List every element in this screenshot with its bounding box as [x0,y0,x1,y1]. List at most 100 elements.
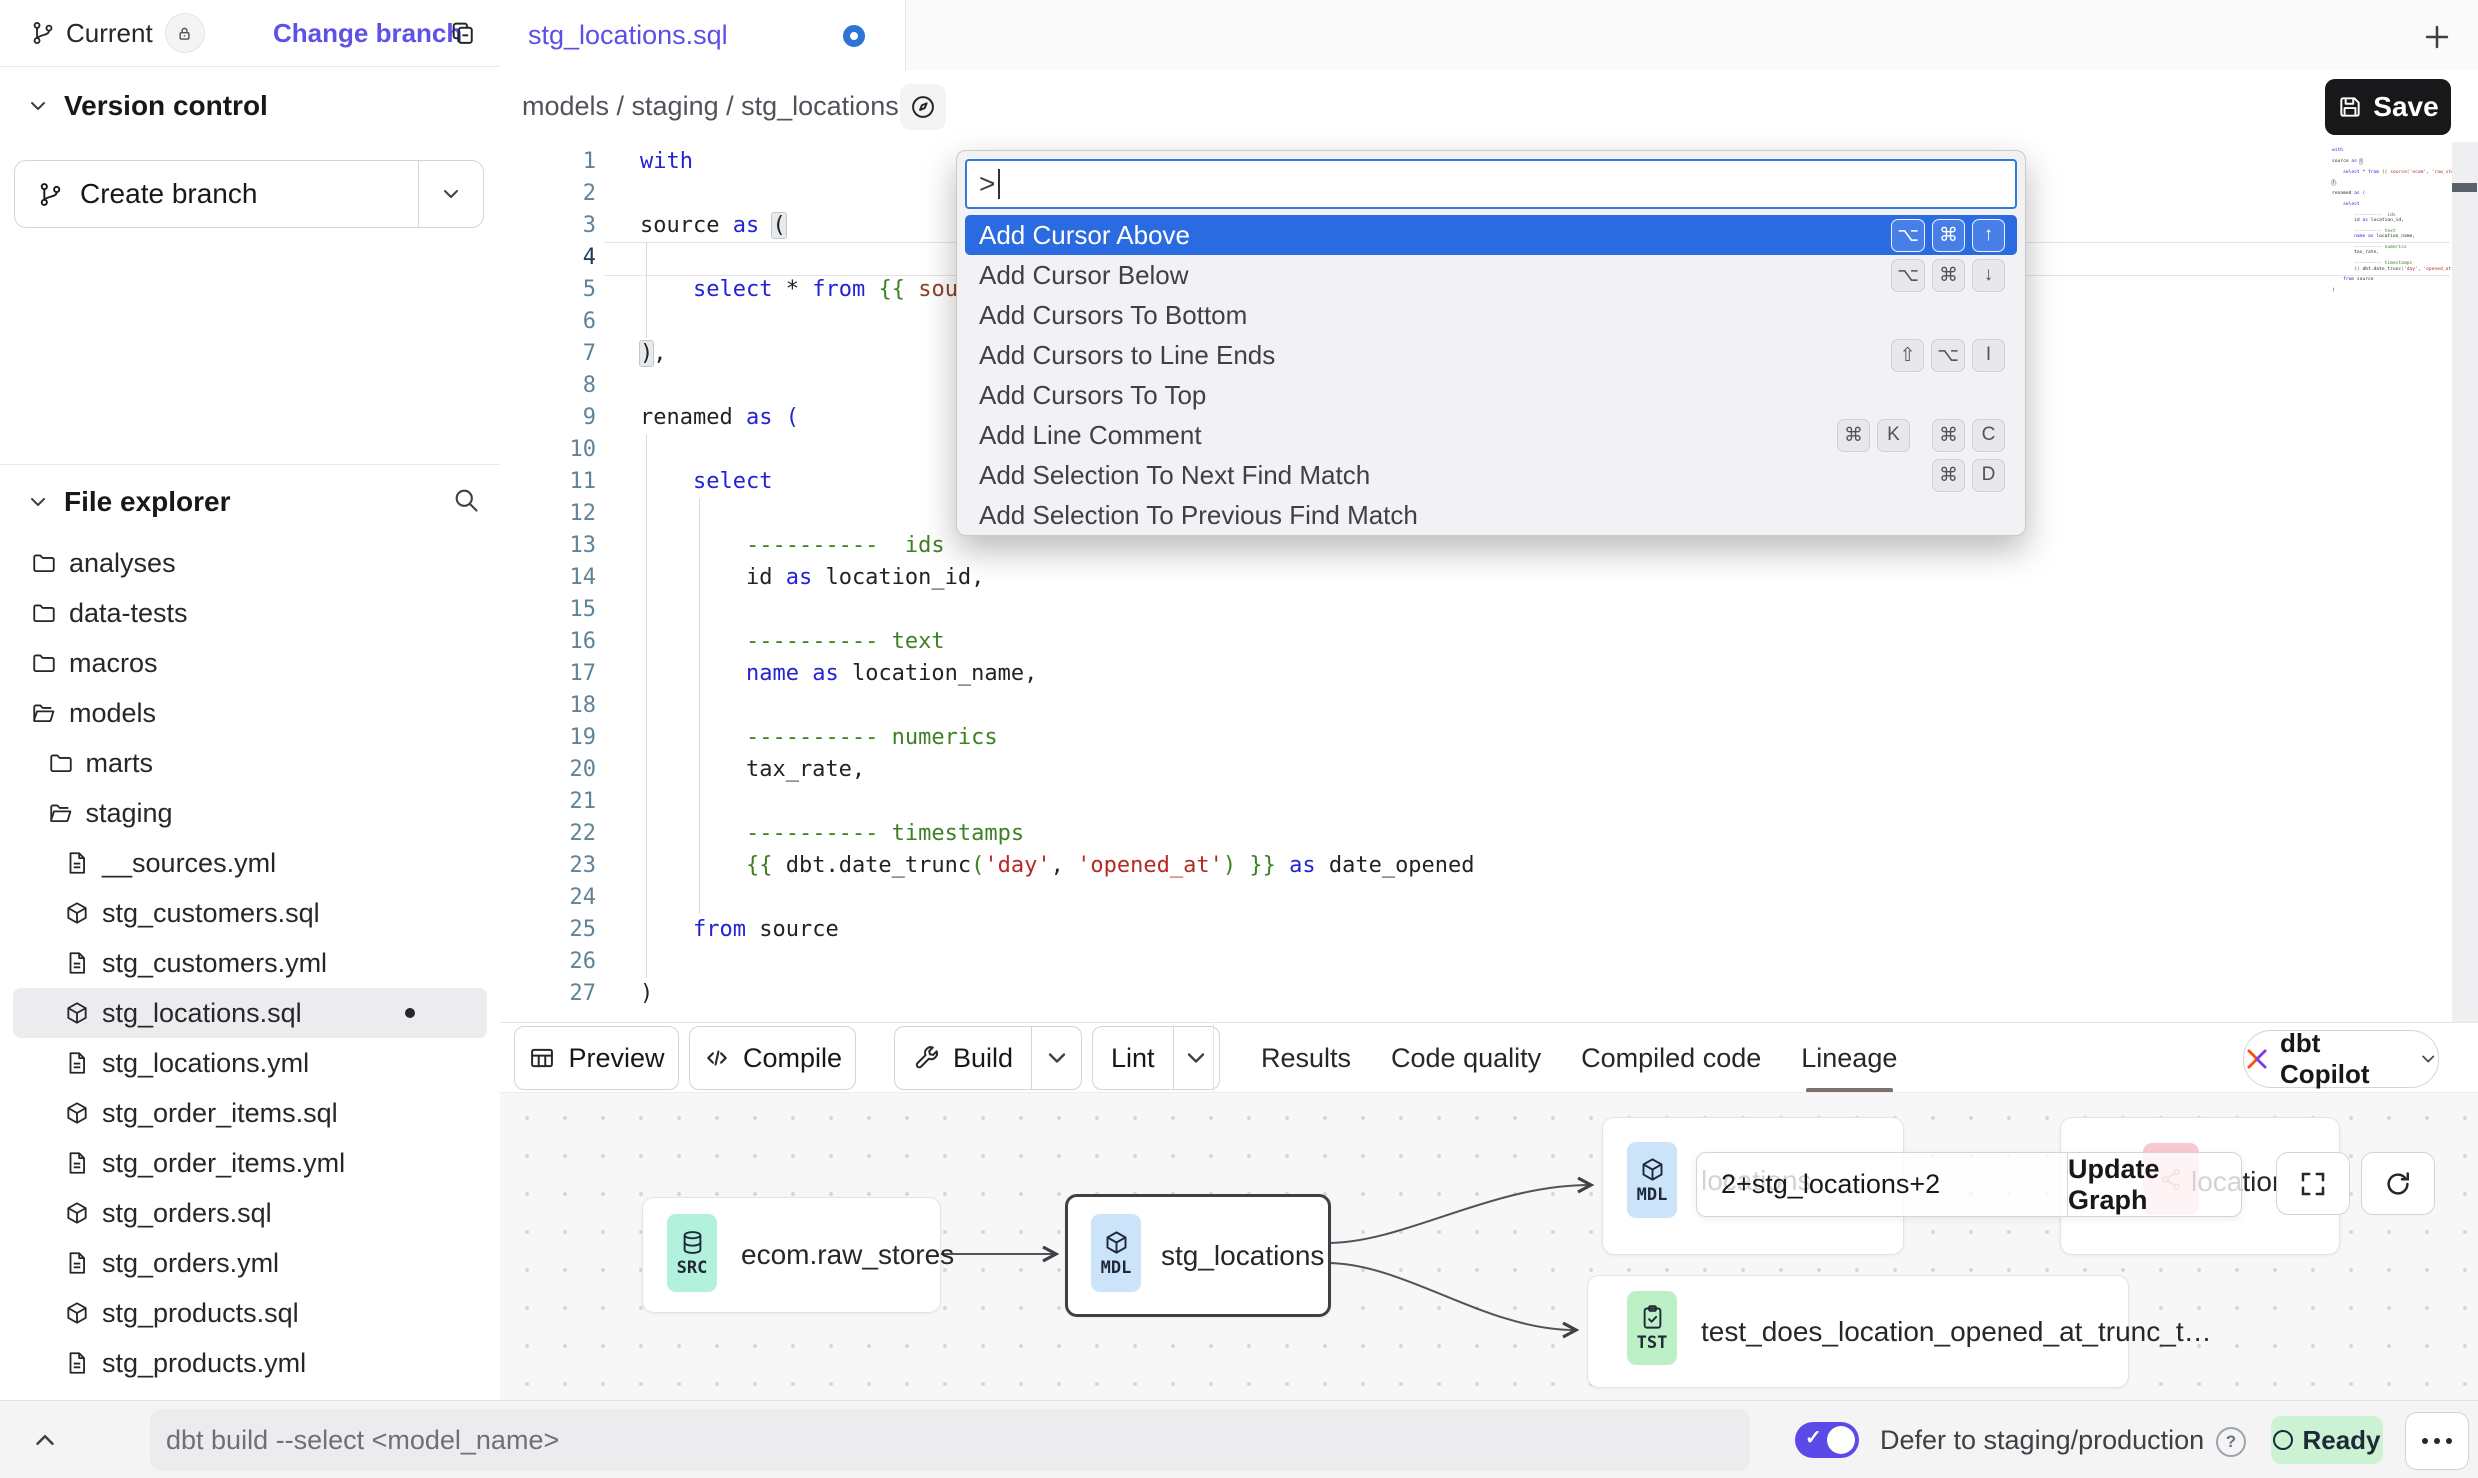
file-row-stg_orders.sql[interactable]: stg_orders.sql [13,1188,487,1238]
lineage-node-source[interactable]: SRC ecom.raw_stores [642,1197,941,1313]
command-item-add-selection-to-previous-find-match[interactable]: Add Selection To Previous Find Match [965,495,2017,535]
file-row-stg_orders.yml[interactable]: stg_orders.yml [13,1238,487,1288]
toggle-knob [1827,1426,1855,1454]
file-row-stg_customers.sql[interactable]: stg_customers.sql [13,888,487,938]
minimap[interactable]: with source as ( select * from {{ source… [2332,148,2452,294]
search-icon[interactable] [452,486,480,514]
create-branch-dropdown[interactable] [418,161,483,227]
tab-code-quality[interactable]: Code quality [1391,1023,1541,1093]
doc-icon [64,1150,90,1176]
dbt-command-input[interactable]: dbt build --select <model_name> [150,1409,1750,1471]
file-label: stg_customers.yml [102,948,327,979]
file-row-stg_locations.yml[interactable]: stg_locations.yml [13,1038,487,1088]
build-dropdown[interactable] [1031,1027,1081,1089]
command-palette-input[interactable]: > [965,159,2017,209]
navigate-icon[interactable] [900,84,946,130]
more-options-button[interactable] [2405,1412,2469,1470]
line-number: 4 [500,242,596,274]
file-row-stg_order_items.sql[interactable]: stg_order_items.sql [13,1088,487,1138]
lineage-node-stg-locations[interactable]: MDL stg_locations [1065,1194,1331,1317]
model-icon [64,1300,90,1326]
lineage-selector-input[interactable]: 2+stg_locations+2 [1697,1153,2068,1216]
command-item-add-cursors-to-line-ends[interactable]: Add Cursors to Line Ends⇧⌥I [965,335,2017,375]
tab-compiled-code[interactable]: Compiled code [1581,1023,1761,1093]
update-graph-button[interactable]: Update Graph [2068,1153,2241,1216]
file-row-models[interactable]: models [13,688,487,738]
file-row-staging[interactable]: staging [13,788,487,838]
tab-results[interactable]: Results [1261,1023,1351,1093]
create-branch-button[interactable]: Create branch [14,160,484,228]
refresh-icon [2383,1169,2413,1199]
file-row-analyses[interactable]: analyses [13,538,487,588]
code-line: ) [640,978,1475,1010]
new-tab-button[interactable] [2415,15,2459,59]
folder-icon [31,550,57,576]
editor-scrollbar[interactable] [2452,142,2478,1022]
model-icon [64,1100,90,1126]
command-item-add-cursor-above[interactable]: Add Cursor Above⌥⌘↑ [965,215,2017,255]
save-label: Save [2373,91,2438,123]
file-row-stg_customers.yml[interactable]: stg_customers.yml [13,938,487,988]
preview-button[interactable]: Preview [514,1026,679,1090]
change-branch-link[interactable]: Change branch [273,18,462,49]
key-badge: ↓ [1972,259,2005,292]
fullscreen-button[interactable] [2276,1152,2350,1215]
line-number: 8 [500,370,596,402]
help-icon[interactable]: ? [2216,1427,2246,1457]
shortcut-key-group: ⌥⌘↑ [1891,219,2005,252]
file-row-stg_locations.sql[interactable]: stg_locations.sql [13,988,487,1038]
model-badge: MDL [1091,1214,1141,1292]
code-line: name as location_name, [640,658,1475,690]
file-row-__sources.yml[interactable]: __sources.yml [13,838,487,888]
line-number: 6 [500,306,596,338]
command-item-add-line-comment[interactable]: Add Line Comment⌘K⌘C [965,415,2017,455]
dbt-copilot-button[interactable]: dbt Copilot [2243,1030,2439,1088]
refresh-button[interactable] [2361,1152,2435,1215]
doc-icon [64,950,90,976]
cube-icon [1103,1229,1130,1256]
key-badge: ⌥ [1891,219,1925,252]
doc-icon [64,850,90,876]
chevron-up-icon[interactable] [30,1425,60,1455]
tab-stg-locations-sql[interactable]: stg_locations.sql [500,0,906,71]
line-number: 11 [500,466,596,498]
dbt-copilot-label: dbt Copilot [2280,1028,2408,1090]
file-label: stg_locations.yml [102,1048,309,1079]
scrollbar-thumb[interactable] [2452,183,2477,192]
version-control-section-header[interactable]: Version control [26,90,268,122]
file-row-data-tests[interactable]: data-tests [13,588,487,638]
ready-status-badge[interactable]: Ready [2271,1416,2383,1464]
file-row-macros[interactable]: macros [13,638,487,688]
lineage-node-test[interactable]: TST test_does_location_opened_at_trunc_t… [1587,1275,2129,1388]
fullscreen-icon [2298,1169,2328,1199]
command-item-add-cursor-below[interactable]: Add Cursor Below⌥⌘↓ [965,255,2017,295]
key-badge: C [1972,419,2005,452]
file-row-stg_products.sql[interactable]: stg_products.sql [13,1288,487,1338]
lint-button[interactable]: Lint [1092,1026,1220,1090]
code-line: select * from {{ source('ecom', 'raw_sto… [2332,170,2452,175]
file-label: stg_order_items.sql [102,1098,338,1129]
command-item-add-cursors-to-top[interactable]: Add Cursors To Top [965,375,2017,415]
line-number: 18 [500,690,596,722]
line-number: 2 [500,178,596,210]
folder-icon [48,750,74,776]
key-badge: ⌘ [1932,259,1965,292]
file-row-stg_order_items.yml[interactable]: stg_order_items.yml [13,1138,487,1188]
save-button[interactable]: Save [2325,79,2451,135]
key-badge: ⌥ [1891,259,1925,292]
create-branch-label: Create branch [80,178,257,210]
copy-branch-icon[interactable] [449,19,477,47]
model-icon [64,900,90,926]
command-item-add-cursors-to-bottom[interactable]: Add Cursors To Bottom [965,295,2017,335]
key-badge: ⌥ [1931,339,1965,372]
command-item-add-selection-to-next-find-match[interactable]: Add Selection To Next Find Match⌘D [965,455,2017,495]
file-row-marts[interactable]: marts [13,738,487,788]
lineage-canvas[interactable]: SRC ecom.raw_stores MDL stg_locations MD… [500,1092,2478,1401]
build-button[interactable]: Build [894,1026,1082,1090]
version-control-title: Version control [64,90,268,122]
defer-toggle[interactable]: ✓ [1795,1422,1859,1458]
file-explorer-section-header[interactable]: File explorer [26,486,231,518]
tab-lineage[interactable]: Lineage [1801,1023,1897,1093]
compile-button[interactable]: Compile [689,1026,856,1090]
file-row-stg_products.yml[interactable]: stg_products.yml [13,1338,487,1388]
